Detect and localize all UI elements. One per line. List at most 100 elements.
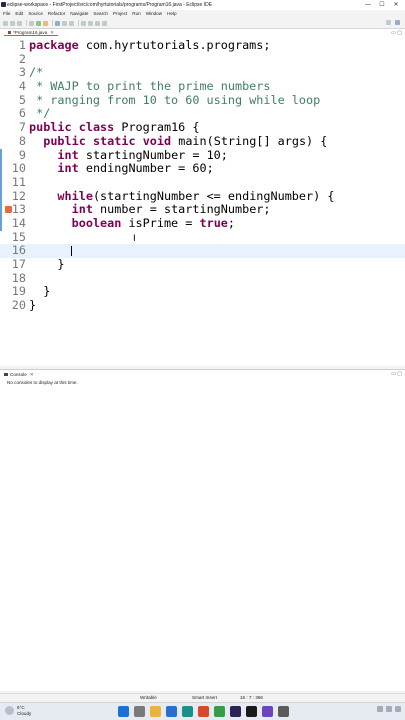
code-text: } (29, 257, 65, 272)
code-text: */ (29, 107, 50, 121)
code-token: ; (227, 215, 236, 230)
code-line[interactable]: 14 boolean isPrime = true; (0, 215, 405, 231)
error-marker-icon[interactable] (5, 206, 12, 214)
code-line[interactable]: 1 package com.hyrtutorials.programs; (0, 38, 405, 53)
code-line[interactable]: 8 public static void main(String[] args)… (0, 133, 405, 149)
code-line[interactable]: 12 while(startingNumber <= endingNumber)… (0, 189, 405, 204)
line-number: 13 (11, 202, 26, 217)
editor-tab[interactable]: *Program16.java ✕ (4, 29, 59, 36)
line-number: 10 (11, 161, 26, 176)
forward-icon[interactable] (102, 20, 107, 26)
search-icon[interactable] (88, 20, 93, 26)
code-line[interactable]: 2 (0, 52, 405, 67)
code-line[interactable]: 6 */ (0, 107, 405, 121)
menu-project[interactable]: Project (113, 10, 127, 18)
volume-icon[interactable] (395, 706, 401, 712)
code-line[interactable]: 18 (0, 271, 405, 286)
menu-run[interactable]: Run (132, 10, 140, 18)
save-icon[interactable] (10, 20, 15, 26)
code-token: startingNumber = 10; (78, 147, 228, 162)
editor-view-controls[interactable]: ▭ ▢ (391, 30, 402, 36)
code-line[interactable]: 7 public class Program16 { (0, 120, 405, 135)
line-number: 11 (11, 174, 26, 189)
main-toolbar (0, 18, 405, 28)
taskbar-app-icon[interactable] (118, 706, 129, 717)
code-line[interactable]: 10 int endingNumber = 60; (0, 161, 405, 176)
console-view-controls[interactable]: ▭ ▢ (391, 371, 402, 377)
maximize-button[interactable]: ☐ (375, 0, 389, 10)
menu-file[interactable]: File (3, 10, 10, 18)
keyword-token: true (199, 215, 228, 230)
taskbar-app-icon[interactable] (246, 706, 257, 717)
comment-token: * WAJP to print the prime numbers (29, 79, 271, 94)
line-number: 4 (18, 79, 26, 94)
java-perspective-icon[interactable] (395, 20, 400, 25)
debug-icon[interactable] (29, 20, 34, 26)
save-all-icon[interactable] (17, 20, 22, 26)
console-tab[interactable]: Console ✕ (4, 371, 34, 378)
toolbar-divider (52, 20, 53, 26)
weather-condition: Cloudy (17, 710, 32, 716)
minimize-button[interactable]: — (361, 0, 375, 10)
code-line[interactable]: 5 * ranging from 10 to 60 using while lo… (0, 93, 405, 108)
code-line[interactable]: 9 int startingNumber = 10; (0, 147, 405, 163)
code-line[interactable]: 16 (0, 244, 405, 258)
code-line[interactable]: 20} (0, 298, 405, 313)
code-line[interactable]: 19 } (0, 285, 405, 299)
taskbar-app-icon[interactable] (262, 706, 273, 717)
code-token: } (29, 257, 65, 271)
new-class-icon[interactable] (69, 20, 74, 26)
wifi-icon[interactable] (386, 706, 392, 712)
code-token: endingNumber = 60; (78, 161, 214, 176)
new-java-project-icon[interactable] (55, 20, 60, 26)
open-perspective-icon[interactable] (386, 20, 391, 25)
taskbar-app-icon[interactable] (150, 706, 161, 717)
line-number: 17 (11, 257, 26, 271)
line-number: 8 (18, 133, 26, 148)
code-text: boolean isPrime = true; (29, 215, 236, 231)
weather-widget[interactable]: 6°C Cloudy (5, 705, 31, 716)
taskbar-app-icon[interactable] (182, 706, 193, 717)
taskbar-app-icon[interactable] (278, 706, 289, 717)
line-number: 3 (18, 65, 26, 80)
taskbar-app-icon[interactable] (166, 706, 177, 717)
code-token: isPrime = (121, 215, 200, 230)
taskbar-app-icon[interactable] (214, 706, 225, 717)
external-tools-icon[interactable] (43, 20, 48, 26)
menu-window[interactable]: Window (146, 10, 162, 18)
text-caret (71, 246, 72, 257)
menu-edit[interactable]: Edit (15, 10, 23, 18)
new-file-icon[interactable] (3, 20, 8, 26)
toolbar-divider (26, 20, 27, 26)
taskbar-app-icon[interactable] (230, 706, 241, 717)
line-number: 6 (18, 106, 26, 121)
menu-help[interactable]: Help (167, 10, 176, 18)
close-tab-icon[interactable]: ✕ (50, 29, 54, 36)
menu-refactor[interactable]: Refactor (48, 10, 65, 18)
open-type-icon[interactable] (81, 20, 86, 26)
code-editor[interactable]: *Program16.java ✕ ▭ ▢ 1 package com.hyrtu… (0, 28, 405, 366)
taskbar-app-icon[interactable] (198, 706, 209, 717)
code-line[interactable]: 11 (0, 174, 405, 190)
run-icon[interactable] (36, 20, 41, 26)
taskbar-app-icon[interactable] (134, 706, 145, 717)
code-line[interactable]: 4 * WAJP to print the prime numbers (0, 79, 405, 94)
code-line[interactable]: 13 int number = startingNumber; (0, 202, 405, 217)
show-hidden-icon[interactable] (377, 706, 383, 712)
code-line[interactable]: 17 } (0, 257, 405, 272)
back-icon[interactable] (95, 20, 100, 26)
menu-search[interactable]: Search (93, 10, 108, 18)
line-number: 14 (11, 215, 26, 230)
close-button[interactable]: ✕ (389, 0, 403, 10)
code-token: } (29, 284, 51, 299)
code-text: int endingNumber = 60; (29, 161, 214, 176)
menu-navigate[interactable]: Navigate (70, 10, 88, 18)
new-package-icon[interactable] (62, 20, 67, 26)
code-line[interactable]: 3/* (0, 66, 405, 80)
menu-source[interactable]: Source (28, 10, 43, 18)
console-message: No consoles to display at this time. (7, 380, 78, 385)
close-console-icon[interactable]: ✕ (30, 371, 34, 378)
code-line[interactable]: 15 I (0, 230, 405, 245)
